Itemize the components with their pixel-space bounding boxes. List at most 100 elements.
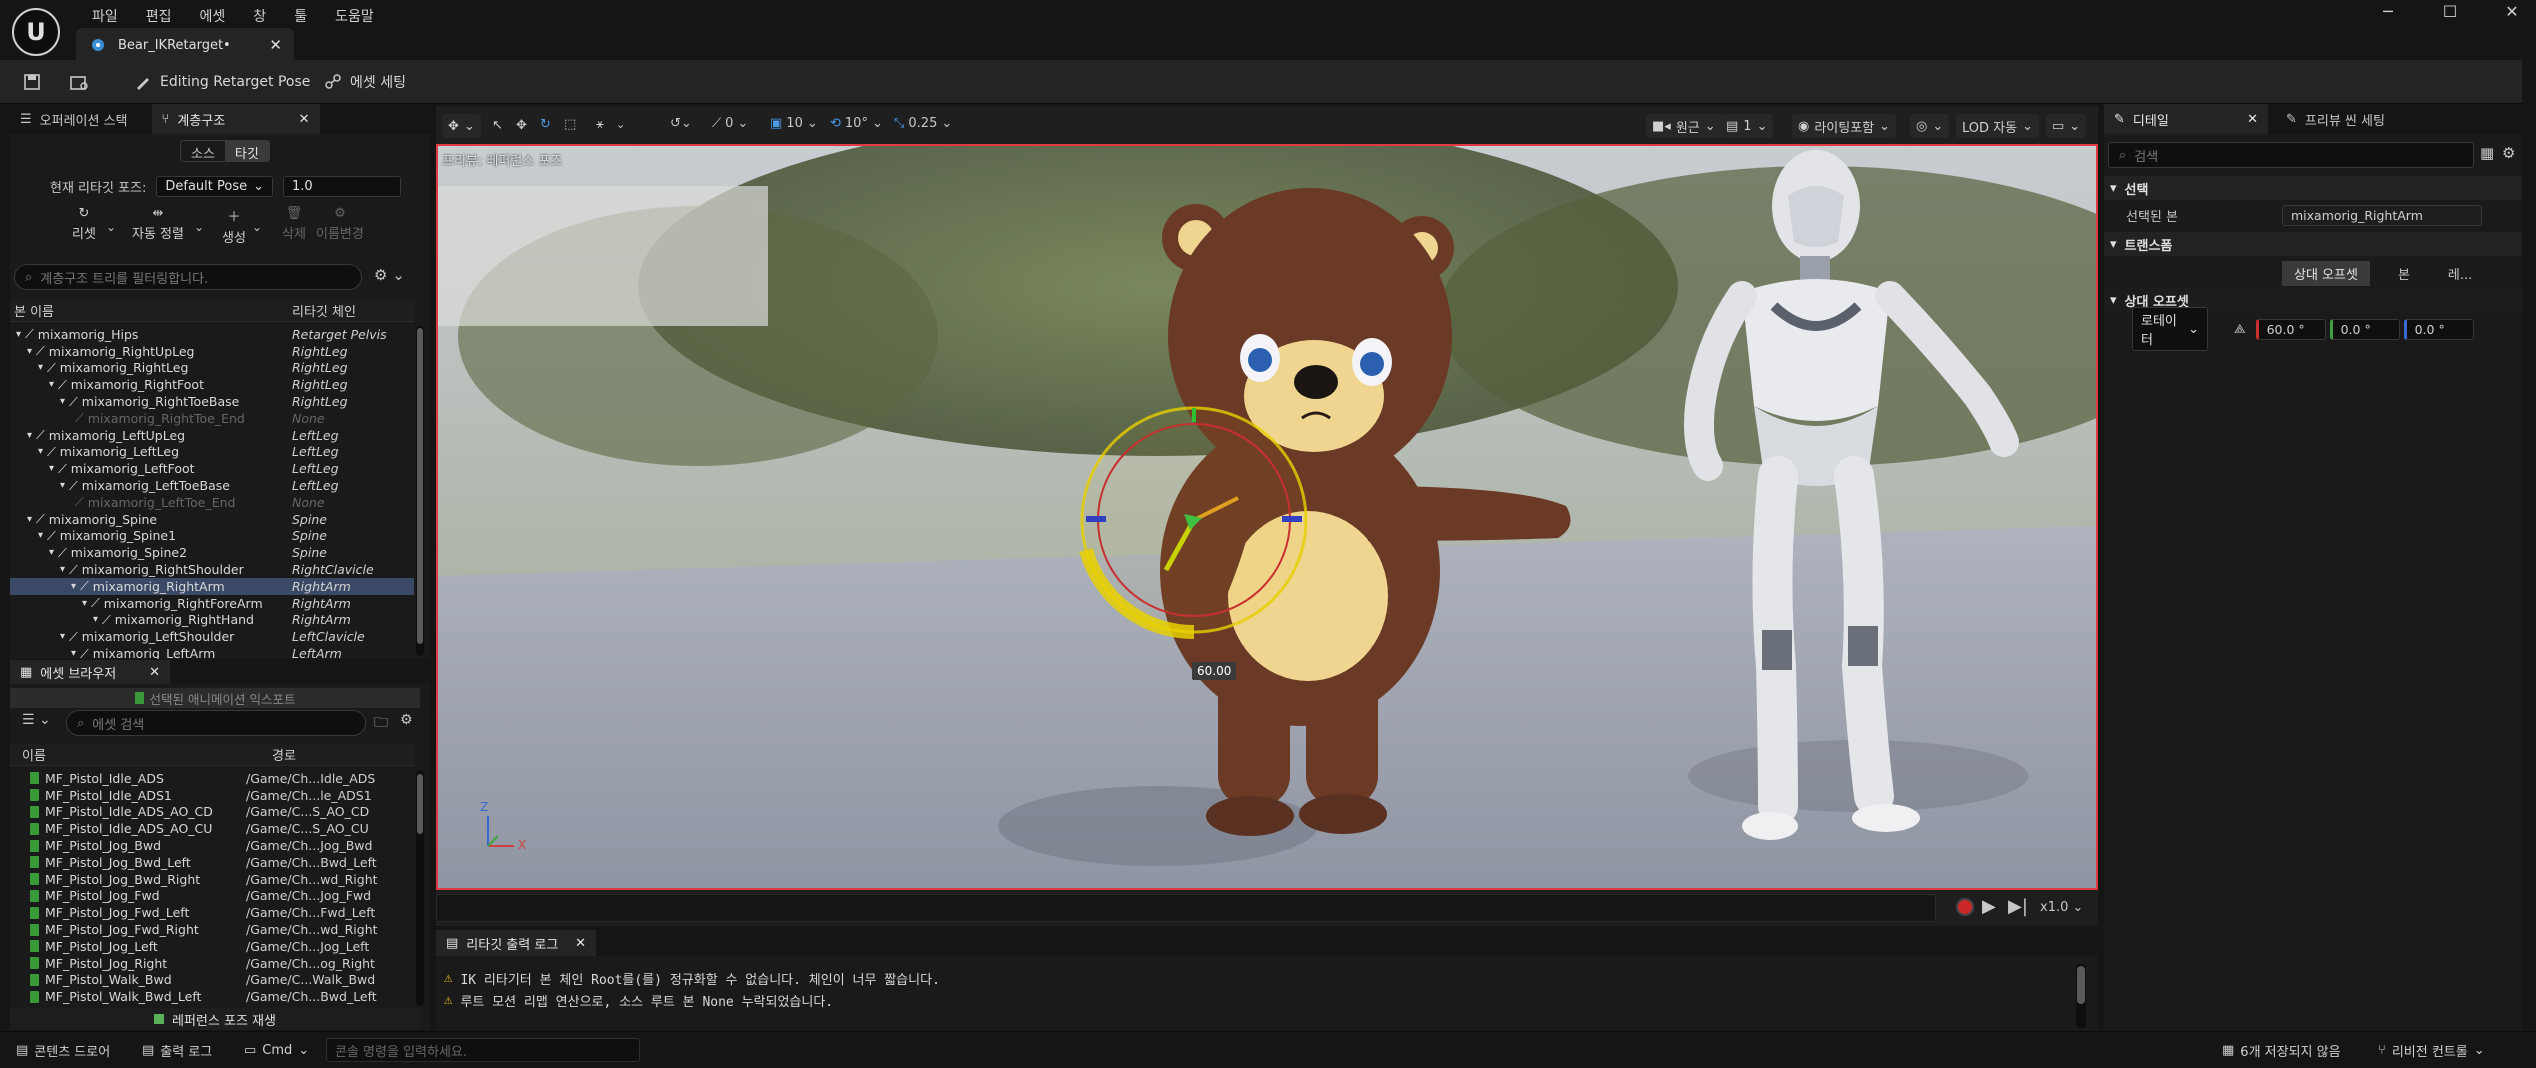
tab-details[interactable]: ✎ 디테일 ✕ — [2104, 104, 2268, 134]
menu-file[interactable]: 파일 — [78, 2, 132, 30]
bone-tree-row[interactable]: ▾ ⟋ mixamorig_RightHand RightArm — [10, 612, 414, 629]
asset-row[interactable]: MF_Pistol_Idle_ADS_AO_CU/Game/C...S_AO_C… — [10, 820, 414, 837]
asset-tab[interactable]: Bear_IKRetarget• ✕ — [76, 28, 294, 62]
bone-tree-row[interactable]: ⟋ mixamorig_LeftToe_End None — [10, 494, 414, 511]
asset-row[interactable]: MF_Pistol_Jog_Fwd_Right/Game/Ch...wd_Rig… — [10, 921, 414, 938]
rotator-dropdown[interactable]: 로테이터 ⌄ — [2132, 307, 2208, 351]
projection-button[interactable]: ■◂ 원근 ⌄ — [1646, 114, 1722, 138]
play-rate-dropdown[interactable]: x1.0 ⌄ — [2040, 900, 2083, 915]
section-transform[interactable]: ▾ 트랜스폼 — [2104, 232, 2522, 256]
section-selection[interactable]: ▾ 선택 — [2104, 176, 2522, 200]
expand-arrow-icon[interactable]: ▾ — [49, 379, 54, 390]
translate-icon[interactable]: ✥ — [516, 118, 527, 133]
asset-settings-button[interactable]: 에셋 세팅 — [324, 68, 406, 96]
menu-help[interactable]: 도움말 — [321, 2, 388, 30]
unsaved-assets-button[interactable]: ▦ 6개 저장되지 않음 — [2222, 1038, 2341, 1062]
viewport-scene[interactable]: 프리뷰: 레퍼런스 포즈 60.00 Z X — [436, 144, 2098, 890]
chevron-down-icon[interactable]: ⌄ — [106, 220, 116, 234]
maximize-icon[interactable]: ☐ — [2436, 2, 2464, 21]
bone-tree-row[interactable]: ▾ ⟋ mixamorig_RightFoot RightLeg — [10, 376, 414, 393]
select-icon[interactable]: ↖ — [492, 118, 503, 133]
chevron-down-icon[interactable]: ⌄ — [252, 220, 262, 234]
expand-arrow-icon[interactable]: ▾ — [93, 614, 98, 625]
bone-tree-row[interactable]: ▾ ⟋ mixamorig_RightShoulder RightClavicle — [10, 561, 414, 578]
column-retarget-chain[interactable]: 리타깃 체인 — [292, 301, 356, 320]
tab-hierarchy[interactable]: ⑂ 계층구조 ✕ — [151, 104, 320, 134]
expand-arrow-icon[interactable]: ▾ — [60, 396, 65, 407]
delete-button[interactable]: 🗑 삭제 — [282, 206, 306, 242]
expand-arrow-icon[interactable]: ▾ — [27, 346, 32, 357]
rename-button[interactable]: ⚙ 이름변경 — [316, 206, 364, 242]
tree-scroll-thumb[interactable] — [417, 328, 423, 644]
bone-tree-row[interactable]: ▾ ⟋ mixamorig_Spine1 Spine — [10, 528, 414, 545]
cmd-dropdown[interactable]: ▭ Cmd ⌄ — [244, 1038, 309, 1062]
expand-arrow-icon[interactable]: ▾ — [71, 581, 76, 592]
bone-tree-row[interactable]: ▾ ⟋ mixamorig_LeftFoot LeftLeg — [10, 460, 414, 477]
scale-icon[interactable]: ⬚ — [564, 117, 576, 132]
table-view-icon[interactable]: ▦ — [2480, 144, 2494, 162]
browse-asset-icon[interactable] — [68, 68, 90, 96]
asset-row[interactable]: MF_Pistol_Walk_Bwd_Left/Game/Ch...Bwd_Le… — [10, 988, 414, 1005]
bone-tree-row[interactable]: ▾ ⟋ mixamorig_Hips Retarget Pelvis — [10, 326, 414, 343]
scale-snap-button[interactable]: ⤡ 0.25 ⌄ — [894, 116, 952, 131]
expand-arrow-icon[interactable]: ▾ — [27, 514, 32, 525]
output-log-button[interactable]: ▤ 출력 로그 — [142, 1038, 212, 1062]
chevron-down-icon[interactable]: ⌄ — [194, 220, 204, 234]
log-scrollbar[interactable] — [2076, 964, 2086, 1028]
create-button[interactable]: ＋ 생성 — [222, 206, 246, 246]
tab-retarget-output-log[interactable]: ▤ 리타깃 출력 로그 ✕ — [436, 930, 596, 956]
bone-tree-row[interactable]: ▾ ⟋ mixamorig_LeftLeg LeftLeg — [10, 444, 414, 461]
bone-tree-row[interactable]: ▾ ⟋ mixamorig_RightArm RightArm — [10, 577, 414, 595]
step-forward-icon[interactable]: ▶| — [2008, 896, 2028, 917]
tab-preview-scene-settings[interactable]: ✎ 프리뷰 씬 세팅 — [2276, 104, 2395, 134]
details-search-input[interactable]: ⌕ 검색 — [2108, 142, 2474, 168]
asset-scroll-thumb[interactable] — [417, 774, 423, 834]
pose-blend-input[interactable]: 1.0 — [283, 176, 402, 197]
asset-row[interactable]: MF_Pistol_Idle_ADS_AO_CD/Game/C...S_AO_C… — [10, 804, 414, 821]
expand-arrow-icon[interactable]: ▾ — [60, 480, 65, 491]
asset-row[interactable]: MF_Pistol_Jog_Bwd/Game/Ch...Jog_Bwd — [10, 837, 414, 854]
filter-icon[interactable]: ☰ ⌄ — [22, 712, 51, 728]
asset-row[interactable]: MF_Pistol_Jog_Fwd_Left/Game/Ch...Fwd_Lef… — [10, 904, 414, 921]
expand-arrow-icon[interactable]: ▾ — [60, 631, 65, 642]
rotate-icon[interactable]: ↻ — [540, 117, 551, 132]
unreal-logo-icon[interactable]: U — [12, 8, 60, 56]
gear-icon[interactable]: ⚙ — [400, 712, 413, 728]
expand-arrow-icon[interactable]: ▾ — [38, 530, 43, 541]
viewport-options-button[interactable]: ✥ ⌄ — [442, 114, 481, 138]
expand-arrow-icon[interactable]: ▾ — [38, 446, 43, 457]
log-scroll-thumb[interactable] — [2077, 966, 2085, 1004]
screen-size-button[interactable]: ▭ ⌄ — [2046, 114, 2087, 138]
bone-space-button[interactable]: 본 — [2370, 261, 2438, 286]
relative-offset-button[interactable]: 상대 오프셋 — [2282, 260, 2370, 286]
console-command-input[interactable]: 콘솔 명령을 입력하세요. — [326, 1038, 640, 1062]
reference-space-button[interactable]: 레... — [2438, 261, 2482, 286]
rotation-x-input[interactable]: 60.0 ° — [2255, 318, 2326, 340]
segment-source[interactable]: 소스 — [181, 141, 225, 161]
expand-arrow-icon[interactable]: ▾ — [60, 564, 65, 575]
save-icon[interactable] — [22, 68, 42, 96]
expand-arrow-icon[interactable]: ▾ — [27, 430, 32, 441]
rotation-y-input[interactable]: 0.0 ° — [2329, 318, 2400, 340]
bone-tree-row[interactable]: ⟋ mixamorig_RightToe_End None — [10, 410, 414, 427]
coordinate-icon[interactable]: ⚹ — [596, 117, 604, 132]
rotate-gizmo[interactable] — [1079, 406, 1308, 640]
column-name[interactable]: 이름 — [10, 745, 272, 764]
retarget-pose-dropdown[interactable]: Default Pose ⌄ — [156, 176, 274, 197]
close-window-icon[interactable]: ✕ — [2498, 2, 2526, 21]
reset-button[interactable]: ↻ 리셋 — [72, 206, 96, 242]
asset-row[interactable]: MF_Pistol_Jog_Bwd_Left/Game/Ch...Bwd_Lef… — [10, 854, 414, 871]
editing-retarget-pose-button[interactable]: Editing Retarget Pose — [134, 68, 310, 96]
asset-row[interactable]: MF_Pistol_Jog_Left/Game/Ch...Jog_Left — [10, 938, 414, 955]
column-path[interactable]: 경로 — [272, 745, 296, 764]
auto-align-button[interactable]: ⇹ 자동 정렬 — [132, 206, 184, 242]
menu-tools[interactable]: 툴 — [280, 2, 321, 30]
asset-row[interactable]: MF_Pistol_Idle_ADS/Game/Ch...Idle_ADS — [10, 770, 414, 787]
asset-row[interactable]: MF_Pistol_Walk_Bwd/Game/C...Walk_Bwd — [10, 972, 414, 989]
minimize-icon[interactable]: ─ — [2374, 2, 2402, 21]
angle-snap-button[interactable]: ⟋ 0 ⌄ — [712, 116, 748, 131]
close-icon[interactable]: ✕ — [299, 112, 310, 127]
asset-row[interactable]: MF_Pistol_Idle_ADS1/Game/Ch...le_ADS1 — [10, 787, 414, 804]
folder-icon[interactable]: 🗀 — [374, 712, 388, 736]
revision-control-button[interactable]: ⑂ 리비전 컨트롤 ⌄ — [2378, 1038, 2485, 1062]
